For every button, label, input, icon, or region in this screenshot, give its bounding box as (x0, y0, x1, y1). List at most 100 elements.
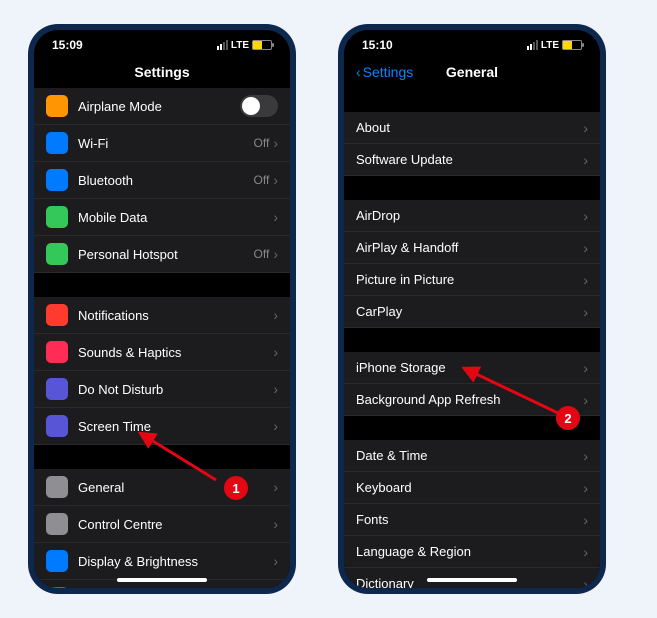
row-label: Notifications (78, 308, 273, 323)
app-icon (46, 550, 68, 572)
row-carplay[interactable]: CarPlay› (344, 296, 600, 328)
chevron-right-icon: › (273, 381, 278, 397)
row-label: Bluetooth (78, 173, 254, 188)
toggle[interactable] (240, 95, 278, 117)
chevron-right-icon: › (273, 479, 278, 495)
screen: 15:10 LTE ‹Settings General About›Softwa… (344, 30, 600, 588)
row-label: Wi-Fi (78, 136, 254, 151)
chevron-right-icon: › (273, 344, 278, 360)
app-icon (46, 513, 68, 535)
row-picture-in-picture[interactable]: Picture in Picture› (344, 264, 600, 296)
chevron-right-icon: › (273, 418, 278, 434)
app-icon (46, 243, 68, 265)
chevron-right-icon: › (273, 516, 278, 532)
row-label: About (356, 120, 583, 135)
callout-marker-1: 1 (224, 476, 248, 500)
row-label: Display & Brightness (78, 554, 273, 569)
chevron-right-icon: › (273, 307, 278, 323)
status-bar: 15:10 LTE (344, 30, 600, 56)
row-sounds-haptics[interactable]: Sounds & Haptics› (34, 334, 290, 371)
row-wi-fi[interactable]: Wi-FiOff› (34, 125, 290, 162)
back-button[interactable]: ‹Settings (356, 64, 413, 80)
app-icon (46, 587, 68, 588)
status-right: LTE (527, 40, 582, 51)
row-mobile-data[interactable]: Mobile Data› (34, 199, 290, 236)
chevron-left-icon: ‹ (356, 64, 361, 80)
row-label: AirDrop (356, 208, 583, 223)
row-notifications[interactable]: Notifications› (34, 297, 290, 334)
network-label: LTE (541, 40, 559, 51)
row-airplane-mode[interactable]: Airplane Mode (34, 88, 290, 125)
signal-icon (217, 40, 228, 50)
time: 15:10 (362, 38, 393, 52)
settings-list[interactable]: Airplane ModeWi-FiOff›BluetoothOff›Mobil… (34, 88, 290, 588)
row-airplay-handoff[interactable]: AirPlay & Handoff› (344, 232, 600, 264)
app-icon (46, 415, 68, 437)
row-detail: Off (254, 136, 270, 150)
app-icon (46, 476, 68, 498)
chevron-right-icon: › (273, 172, 278, 188)
signal-icon (527, 40, 538, 50)
network-label: LTE (231, 40, 249, 51)
chevron-right-icon: › (583, 480, 588, 496)
row-about[interactable]: About› (344, 112, 600, 144)
row-detail: Off (254, 173, 270, 187)
row-control-centre[interactable]: Control Centre› (34, 506, 290, 543)
row-label: Airplane Mode (78, 99, 240, 114)
row-label: Keyboard (356, 480, 583, 495)
row-software-update[interactable]: Software Update› (344, 144, 600, 176)
row-label: Date & Time (356, 448, 583, 463)
chevron-right-icon: › (583, 240, 588, 256)
app-icon (46, 206, 68, 228)
chevron-right-icon: › (583, 152, 588, 168)
navbar: ‹Settings General (344, 56, 600, 88)
arrow-icon (138, 430, 228, 490)
row-label: Do Not Disturb (78, 382, 273, 397)
chevron-right-icon: › (583, 448, 588, 464)
row-personal-hotspot[interactable]: Personal HotspotOff› (34, 236, 290, 273)
row-do-not-disturb[interactable]: Do Not Disturb› (34, 371, 290, 408)
home-indicator[interactable] (427, 578, 517, 582)
row-label: Picture in Picture (356, 272, 583, 287)
row-detail: Off (254, 247, 270, 261)
app-icon (46, 132, 68, 154)
app-icon (46, 169, 68, 191)
row-label: Personal Hotspot (78, 247, 254, 262)
row-date-time[interactable]: Date & Time› (344, 440, 600, 472)
home-indicator[interactable] (117, 578, 207, 582)
row-fonts[interactable]: Fonts› (344, 504, 600, 536)
general-list[interactable]: About›Software Update›AirDrop›AirPlay & … (344, 88, 600, 588)
chevron-right-icon: › (583, 544, 588, 560)
chevron-right-icon: › (273, 553, 278, 569)
callout-marker-2: 2 (556, 406, 580, 430)
app-icon (46, 95, 68, 117)
row-bluetooth[interactable]: BluetoothOff› (34, 162, 290, 199)
row-label: AirPlay & Handoff (356, 240, 583, 255)
chevron-right-icon: › (583, 120, 588, 136)
battery-icon (252, 40, 272, 50)
status-right: LTE (217, 40, 272, 51)
row-label: Language & Region (356, 544, 583, 559)
battery-icon (562, 40, 582, 50)
row-keyboard[interactable]: Keyboard› (344, 472, 600, 504)
chevron-right-icon: › (583, 392, 588, 408)
row-label: CarPlay (356, 304, 583, 319)
navbar: Settings (34, 56, 290, 88)
chevron-right-icon: › (273, 209, 278, 225)
chevron-right-icon: › (583, 272, 588, 288)
row-label: Software Update (356, 152, 583, 167)
row-label: Mobile Data (78, 210, 273, 225)
row-airdrop[interactable]: AirDrop› (344, 200, 600, 232)
chevron-right-icon: › (583, 360, 588, 376)
chevron-right-icon: › (583, 512, 588, 528)
chevron-right-icon: › (583, 208, 588, 224)
chevron-right-icon: › (273, 135, 278, 151)
app-icon (46, 378, 68, 400)
row-language-region[interactable]: Language & Region› (344, 536, 600, 568)
row-display-brightness[interactable]: Display & Brightness› (34, 543, 290, 580)
app-icon (46, 304, 68, 326)
page-title: General (446, 64, 498, 80)
row-label: Fonts (356, 512, 583, 527)
row-label: Sounds & Haptics (78, 345, 273, 360)
time: 15:09 (52, 38, 83, 52)
